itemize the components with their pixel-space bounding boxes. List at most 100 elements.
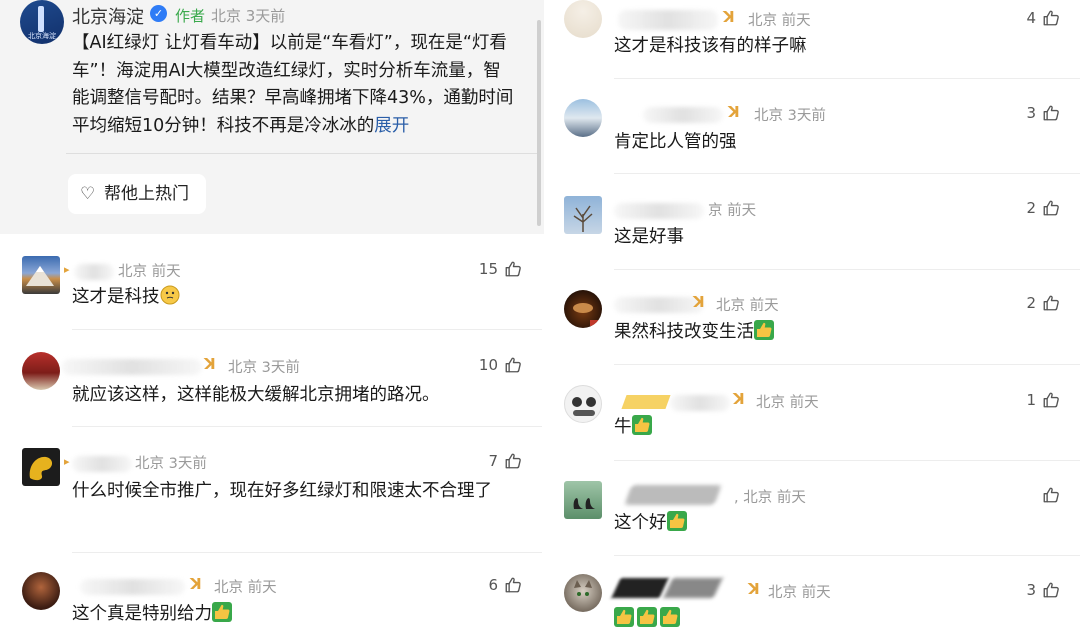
comment-meta: 北京 3天前 — [228, 360, 300, 376]
thumbs-up-outline-icon[interactable] — [1042, 294, 1060, 312]
fan-badge-icon: ꓘ — [728, 103, 740, 121]
fan-badge-icon: ꓘ — [723, 8, 735, 26]
comment-text-value: 这个真是特别给力 — [72, 604, 212, 624]
comment-text: 就应该这样，这样能极大缓解北京拥堵的路况。 — [72, 385, 440, 405]
thumbs-up-outline-icon[interactable] — [504, 452, 522, 470]
like-count: 2 — [1026, 294, 1036, 312]
like-count: 2 — [1026, 199, 1036, 217]
like-count: 15 — [478, 260, 498, 278]
scrollbar[interactable] — [537, 20, 541, 226]
thumbs-up-outline-icon[interactable] — [1042, 486, 1060, 504]
thumbs-up-outline-icon[interactable] — [504, 356, 522, 374]
left-screenshot-panel: 北京海淀 北京海淀 ✓ 作者 北京 3天前 【AI红绿灯 让灯看车动】以前是“车… — [0, 0, 544, 643]
author-avatar[interactable]: 北京海淀 — [20, 0, 64, 44]
blurred-username — [663, 578, 723, 598]
comment-text: 果然科技改变生活 — [614, 319, 774, 346]
swans-icon — [573, 498, 596, 509]
comment-meta: 北京 前天 — [768, 585, 831, 601]
fan-badge-icon: ꓘ — [748, 580, 760, 598]
blurred-username — [670, 395, 730, 411]
comment-meta: 京 前天 — [708, 203, 757, 219]
thumbs-up-outline-icon[interactable] — [1042, 104, 1060, 122]
fan-badge-icon: ꓘ — [204, 355, 216, 373]
avatar[interactable] — [564, 99, 602, 137]
comment-item: ꓘ 北京 3天前 10 就应该这样，这样能极大缓解北京拥堵的路况。 — [0, 330, 544, 427]
post-body-text: 【AI红绿灯 让灯看车动】以前是“车看灯”，现在是“灯看车”！海淀用AI大模型改… — [72, 33, 514, 136]
fan-badge-icon: ▸ — [64, 455, 70, 468]
thumbs-up-emoji-icon — [614, 607, 634, 627]
post-body: 【AI红绿灯 让灯看车动】以前是“车看灯”，现在是“灯看车”！海淀用AI大模型改… — [72, 30, 518, 140]
comment-item: ꓘ 北京 3天前 3 肯定比人管的强 — [548, 79, 1080, 174]
avatar[interactable] — [564, 385, 602, 423]
comment-text-value: 这个好 — [614, 513, 667, 533]
comment-meta: 北京 前天 — [716, 298, 779, 314]
comment-text — [614, 606, 680, 633]
avatar[interactable] — [564, 290, 602, 328]
post-location-time: 北京 3天前 — [211, 7, 286, 25]
blurred-username — [611, 578, 669, 598]
blurred-username — [614, 203, 704, 219]
blurred-username — [62, 359, 202, 375]
comment-meta: 北京 前天 — [118, 264, 181, 280]
thumbs-up-outline-icon[interactable] — [1042, 9, 1060, 27]
avatar[interactable] — [564, 574, 602, 612]
blurred-username — [80, 579, 185, 595]
comment-text: 这个真是特别给力 — [72, 601, 232, 628]
thumbs-up-outline-icon[interactable] — [1042, 199, 1060, 217]
comment-item: ▸ 北京 前天 15 这才是科技 — [0, 234, 544, 330]
blurred-username — [72, 456, 132, 472]
avatar[interactable] — [22, 352, 60, 390]
avatar[interactable] — [22, 572, 60, 610]
blurred-username — [614, 297, 704, 313]
comment-item: ꓘ 北京 前天 2 果然科技改变生活 — [548, 270, 1080, 365]
like-count: 7 — [488, 452, 498, 470]
comment-meta: 北京 前天 — [748, 13, 811, 29]
comment-text: 什么时候全市推广，现在好多红绿灯和限速太不合理了 — [72, 481, 492, 501]
comment-meta: 北京 前天 — [756, 395, 819, 411]
comment-text-value: 这才是科技 — [72, 287, 160, 307]
like-count: 1 — [1026, 391, 1036, 409]
avatar-logo-mark: 北京海淀 — [28, 32, 56, 40]
fan-badge-icon: ▸ — [64, 263, 70, 276]
thumbs-up-outline-icon[interactable] — [504, 260, 522, 278]
thumbs-up-emoji-icon — [660, 607, 680, 627]
thumbs-up-outline-icon[interactable] — [504, 576, 522, 594]
avatar[interactable] — [564, 481, 602, 519]
comment-text-value: 果然科技改变生活 — [614, 322, 754, 342]
comment-item: ꓘ 北京 前天 1 牛 — [548, 365, 1080, 461]
avatar[interactable] — [22, 448, 60, 486]
avatar[interactable] — [564, 196, 602, 234]
fan-badge-icon: ꓘ — [733, 390, 745, 408]
blurred-username — [643, 107, 723, 123]
thumbs-up-outline-icon[interactable] — [1042, 581, 1060, 599]
expand-link[interactable]: 展开 — [374, 116, 409, 136]
thumbs-up-emoji-icon — [637, 607, 657, 627]
comment-text: 这才是科技该有的样子嘛 — [614, 36, 807, 56]
dragon-icon — [29, 456, 53, 481]
comment-item: ꓘ 北京 前天 4 这才是科技该有的样子嘛 — [548, 0, 1080, 79]
cat-icon — [574, 580, 592, 596]
blurred-username — [74, 264, 114, 280]
blurred-username — [621, 395, 671, 409]
like-count: 6 — [488, 576, 498, 594]
like-count: 3 — [1026, 104, 1036, 122]
fan-badge-icon: ꓘ — [190, 575, 202, 593]
comment-text: 这是好事 — [614, 227, 684, 247]
thumbs-up-emoji-icon — [667, 511, 687, 531]
verified-check-icon: ✓ — [150, 5, 167, 22]
tower-icon — [38, 6, 44, 32]
comment-meta: , 北京 前天 — [734, 490, 806, 506]
thumbs-up-emoji-icon — [754, 320, 774, 340]
comment-item: ꓘ 北京 前天 6 这个真是特别给力 — [0, 556, 544, 643]
comment-item: 京 前天 2 这是好事 — [548, 174, 1080, 270]
thumbs-up-outline-icon[interactable] — [1042, 391, 1060, 409]
avatar[interactable] — [22, 256, 60, 294]
mountain-icon — [26, 266, 54, 286]
tree-icon — [573, 205, 593, 232]
post-header: 北京海淀 北京海淀 ✓ 作者 北京 3天前 【AI红绿灯 让灯看车动】以前是“车… — [0, 0, 544, 234]
author-name[interactable]: 北京海淀 — [72, 3, 144, 29]
fan-badge-icon: ꓘ — [693, 293, 705, 311]
boost-button[interactable]: ♡ 帮他上热门 — [68, 174, 206, 214]
avatar[interactable] — [564, 0, 602, 38]
like-count: 10 — [478, 356, 498, 374]
